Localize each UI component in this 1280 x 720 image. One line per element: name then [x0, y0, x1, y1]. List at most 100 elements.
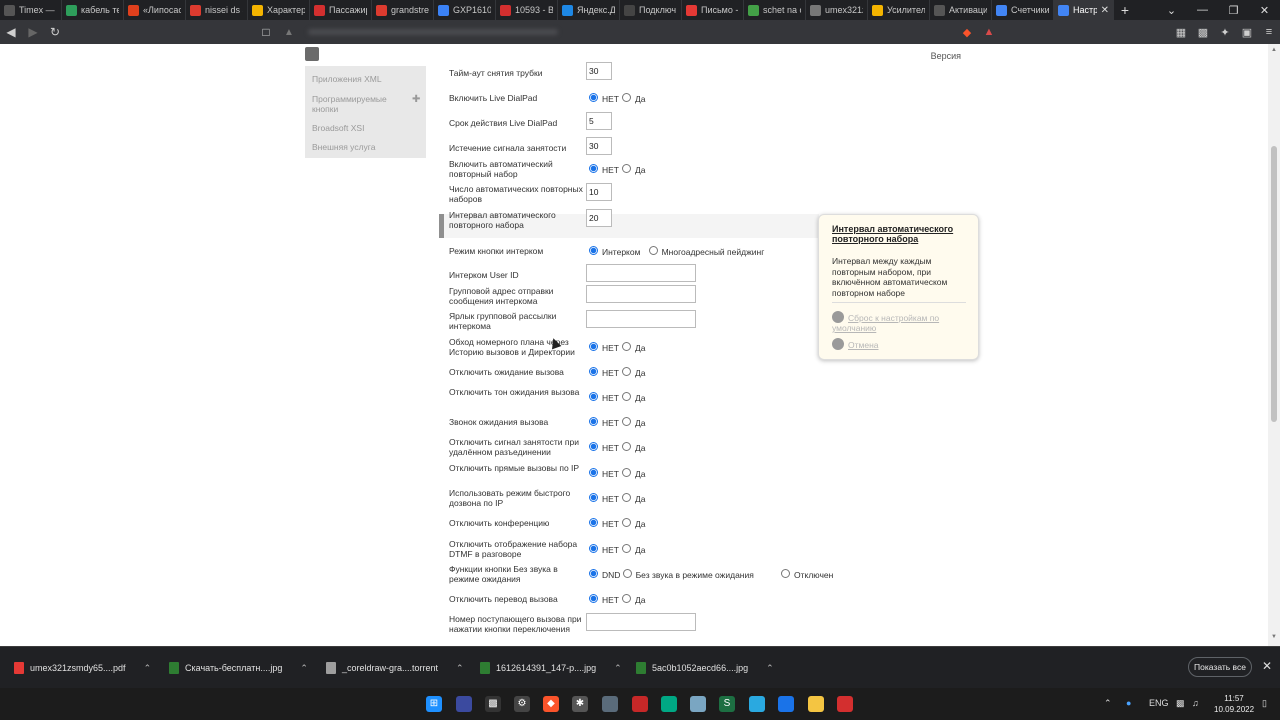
chevron-up-icon[interactable]: ⌃ — [144, 663, 152, 674]
radio-button[interactable] — [589, 246, 598, 255]
radio-button[interactable] — [589, 594, 598, 603]
browser-tab[interactable]: Активаци — [930, 0, 992, 20]
download-item[interactable]: Скачать-бесплатн....jpg ⌃ — [169, 660, 308, 676]
radio-button[interactable] — [622, 93, 631, 102]
close-window-icon[interactable]: ✕ — [1249, 4, 1280, 17]
text-input[interactable] — [586, 613, 696, 631]
radio-button[interactable] — [589, 342, 598, 351]
show-all-button[interactable]: Показать все — [1188, 657, 1252, 677]
excel-icon[interactable]: S — [719, 696, 735, 712]
terminal-icon[interactable]: ▩ — [485, 696, 501, 712]
radio-button[interactable] — [589, 392, 598, 401]
browser-tab[interactable]: Настр ✕ — [1054, 0, 1114, 20]
close-tab-icon[interactable]: ✕ — [1101, 5, 1109, 16]
radio-button[interactable] — [622, 518, 631, 527]
chevron-up-icon[interactable]: ⌃ — [456, 663, 464, 674]
extension-icon[interactable]: ▩ — [1192, 26, 1214, 39]
browser-tab[interactable]: кабель те — [62, 0, 124, 20]
browser-tab[interactable]: Письмо - — [682, 0, 744, 20]
text-input[interactable] — [586, 285, 696, 303]
browser-tab[interactable]: Яндекс.Ди — [558, 0, 620, 20]
app-icon[interactable] — [778, 696, 794, 712]
start-icon[interactable]: ⊞ — [426, 696, 442, 712]
app-icon[interactable] — [749, 696, 765, 712]
text-input[interactable]: 30 — [586, 62, 612, 80]
scroll-down-icon[interactable]: ▼ — [1271, 634, 1277, 640]
radio-button[interactable] — [622, 544, 631, 553]
chevron-up-icon[interactable]: ⌃ — [766, 663, 774, 674]
page-scrollbar[interactable]: ▲ ▼ — [1268, 44, 1280, 646]
menu-icon[interactable]: ≡ — [1258, 26, 1280, 38]
scroll-up-icon[interactable]: ▲ — [1271, 47, 1277, 53]
expand-icon[interactable]: ✚ — [412, 94, 420, 105]
app-icon[interactable]: ✱ — [572, 696, 588, 712]
browser-tab[interactable]: Счетчики — [992, 0, 1054, 20]
text-input[interactable]: 5 — [586, 112, 612, 130]
browser-tab[interactable]: 10593 - Вс — [496, 0, 558, 20]
app-icon[interactable] — [837, 696, 853, 712]
browser-tab[interactable]: Подключ — [620, 0, 682, 20]
radio-button[interactable] — [622, 367, 631, 376]
radio-button[interactable] — [589, 442, 598, 451]
radio-button[interactable] — [781, 569, 790, 578]
browser-tab[interactable]: nissei ds 5 — [186, 0, 248, 20]
radio-button[interactable] — [622, 468, 631, 477]
radio-button[interactable] — [589, 544, 598, 553]
bookmark-icon[interactable]: □ — [255, 25, 277, 39]
chevron-up-icon[interactable]: ⌃ — [300, 663, 308, 674]
sidebar-item-external-service[interactable]: Внешняя услуга — [312, 142, 412, 152]
forward-icon[interactable]: ▶ — [22, 25, 44, 39]
browser-tab[interactable]: Усилител — [868, 0, 930, 20]
download-item[interactable]: umex321zsmdy65....pdf ⌃ — [14, 660, 151, 676]
tab-search-icon[interactable]: ⌄ — [1156, 4, 1187, 17]
sidebar-icon[interactable]: ▣ — [1236, 26, 1258, 39]
text-input[interactable]: 10 — [586, 183, 612, 201]
text-input[interactable] — [586, 264, 696, 282]
text-input[interactable] — [586, 310, 696, 328]
restore-icon[interactable]: ❐ — [1218, 4, 1249, 17]
reset-default-link[interactable]: Сброс к настройкам по умолчанию — [832, 311, 962, 333]
new-tab-icon[interactable]: + — [1114, 2, 1136, 18]
radio-button[interactable] — [589, 367, 598, 376]
extensions-puzzle-icon[interactable]: ✦ — [1214, 26, 1236, 39]
scrollbar-thumb[interactable] — [1271, 146, 1277, 422]
radio-button[interactable] — [589, 493, 598, 502]
radio-button[interactable] — [622, 417, 631, 426]
back-icon[interactable]: ◀ — [0, 25, 22, 39]
reload-icon[interactable]: ↻ — [44, 25, 66, 39]
browser-tab[interactable]: Характер — [248, 0, 310, 20]
network-icon[interactable]: ● — [1126, 698, 1131, 708]
download-item[interactable]: 1612614391_147-p....jpg ⌃ — [480, 660, 622, 676]
radio-button[interactable] — [589, 468, 598, 477]
chevron-up-icon[interactable]: ⌃ — [1104, 698, 1112, 709]
sidebar-item-xml-apps[interactable]: Приложения XML — [312, 74, 412, 84]
radio-button[interactable] — [589, 569, 598, 578]
brave-shield-icon[interactable]: ◆ — [956, 26, 978, 39]
radio-button[interactable] — [622, 594, 631, 603]
wifi-icon[interactable]: ▩ — [1176, 698, 1185, 709]
radio-button[interactable] — [589, 417, 598, 426]
radio-button[interactable] — [622, 342, 631, 351]
sidebar-item-programmable-keys[interactable]: Программируемые кнопки — [312, 94, 392, 114]
radio-button[interactable] — [589, 93, 598, 102]
clock[interactable]: 11:57 10.09.2022 — [1214, 693, 1254, 715]
app-icon[interactable] — [661, 696, 677, 712]
brave-rewards-icon[interactable]: ▲ — [978, 26, 1000, 38]
download-item[interactable]: 5ac0b1052aecd66....jpg ⌃ — [636, 660, 774, 676]
folder-icon[interactable] — [808, 696, 824, 712]
app-icon[interactable] — [602, 696, 618, 712]
browser-tab[interactable]: Timex — I — [0, 0, 62, 20]
browser-tab[interactable]: GXP1610_ — [434, 0, 496, 20]
radio-button[interactable] — [589, 164, 598, 173]
radio-button[interactable] — [622, 569, 632, 578]
language-indicator[interactable]: ENG — [1149, 698, 1169, 708]
text-input[interactable]: 30 — [586, 137, 612, 155]
radio-button[interactable] — [622, 493, 631, 502]
text-input[interactable]: 20 — [586, 209, 612, 227]
extension-icon[interactable]: ▦ — [1170, 26, 1192, 39]
address-bar[interactable]: ▲ — [280, 23, 1000, 41]
browser-tab[interactable]: schet na c — [744, 0, 806, 20]
browser-tab[interactable]: Пассажир — [310, 0, 372, 20]
close-icon[interactable]: ✕ — [1262, 659, 1272, 673]
radio-button[interactable] — [622, 392, 631, 401]
